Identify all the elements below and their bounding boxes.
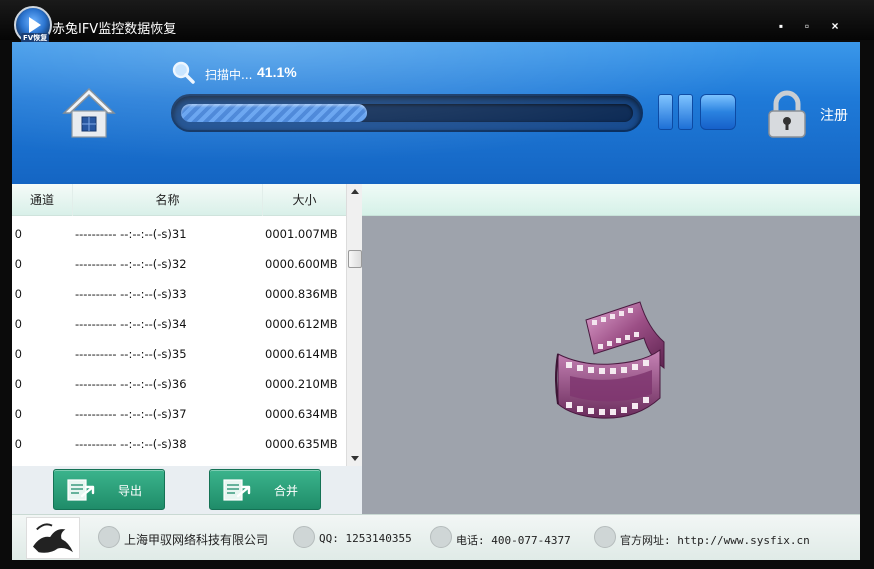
home-icon	[62, 87, 116, 138]
cell-name: ---------- --:--:--(-s)35	[75, 347, 187, 361]
cell-name: ---------- --:--:--(-s)32	[75, 257, 187, 271]
file-table: 通道 名称 大小 0 ---------- --:--:--(-s)31 000…	[12, 184, 346, 466]
cell-name: ---------- --:--:--(-s)38	[75, 437, 187, 451]
footer-phone: 电话: 400-077-4377	[456, 534, 571, 547]
column-header-name[interactable]: 名称	[73, 184, 263, 216]
maximize-button[interactable]: ▫	[797, 16, 817, 36]
close-button[interactable]: ×	[825, 16, 845, 36]
preview-header	[362, 184, 860, 216]
register-link[interactable]: 注册	[820, 105, 848, 125]
column-header-channel[interactable]: 通道	[12, 184, 73, 216]
table-row[interactable]: 0 ---------- --:--:--(-s)36 0000.210MB	[12, 366, 346, 396]
table-row[interactable]: 0 ---------- --:--:--(-s)33 0000.836MB	[12, 276, 346, 306]
scrollbar-thumb[interactable]	[348, 250, 362, 268]
cell-name: ---------- --:--:--(-s)33	[75, 287, 187, 301]
scroll-down-arrow-icon[interactable]	[347, 450, 363, 466]
cell-size: 0001.007MB	[265, 227, 338, 241]
scroll-up-arrow-icon[interactable]	[347, 184, 363, 200]
cell-size: 0000.210MB	[265, 377, 338, 391]
table-row[interactable]: 0 ---------- --:--:--(-s)35 0000.614MB	[12, 336, 346, 366]
scan-header: 扫描中... 41.1% 注册	[12, 42, 860, 184]
scan-status-label: 扫描中...	[205, 68, 253, 82]
table-row[interactable]: 0 ---------- --:--:--(-s)37 0000.634MB	[12, 396, 346, 426]
pause-button[interactable]	[658, 94, 696, 130]
table-header: 通道 名称 大小	[12, 184, 346, 216]
app-logo-icon: FV恢复	[14, 6, 52, 44]
scan-percent: 41.1%	[257, 64, 297, 80]
lock-icon[interactable]	[766, 90, 808, 138]
table-body: 0 ---------- --:--:--(-s)31 0001.007MB 0…	[12, 216, 346, 456]
cell-channel: 0	[15, 407, 22, 421]
building-icon	[98, 526, 120, 548]
column-header-size[interactable]: 大小	[263, 184, 346, 216]
cell-size: 0000.635MB	[265, 437, 338, 451]
cell-size: 0000.634MB	[265, 407, 338, 421]
window-title: 赤兔IFV监控数据恢复	[52, 22, 177, 37]
app-window: FV恢复 赤兔IFV监控数据恢复 ▪ ▫ × 扫描中... 41.1% 注册 通…	[0, 0, 874, 569]
scan-progress-bar	[171, 94, 643, 132]
search-icon	[172, 61, 195, 84]
cell-channel: 0	[15, 347, 22, 361]
cell-size: 0000.612MB	[265, 317, 338, 331]
file-list-panel: 通道 名称 大小 0 ---------- --:--:--(-s)31 000…	[12, 184, 362, 514]
film-reel-icon	[555, 301, 665, 419]
export-button[interactable]: 导出	[53, 469, 165, 510]
cell-channel: 0	[15, 287, 22, 301]
table-row[interactable]: 0 ---------- --:--:--(-s)31 0001.007MB	[12, 216, 346, 246]
title-bar[interactable]: FV恢复 赤兔IFV监控数据恢复 ▪ ▫ ×	[0, 0, 874, 44]
cell-size: 0000.614MB	[265, 347, 338, 361]
merge-icon	[223, 479, 251, 501]
merge-button-label: 合并	[274, 484, 299, 498]
footer-bar: 上海甲驭网络科技有限公司 QQ: 1253140355 电话: 400-077-…	[12, 514, 860, 560]
stop-button[interactable]	[700, 94, 736, 130]
pause-icon	[658, 94, 673, 130]
cell-name: ---------- --:--:--(-s)31	[75, 227, 187, 241]
footer-qq: QQ: 1253140355	[319, 532, 412, 545]
cell-channel: 0	[15, 227, 22, 241]
cell-channel: 0	[15, 437, 22, 451]
phone-icon	[430, 526, 452, 548]
table-row[interactable]: 0 ---------- --:--:--(-s)34 0000.612MB	[12, 306, 346, 336]
table-scrollbar[interactable]	[346, 184, 362, 466]
cell-channel: 0	[15, 317, 22, 331]
home-button[interactable]	[62, 87, 116, 139]
merge-button[interactable]: 合并	[209, 469, 321, 510]
company-logo-icon	[26, 517, 80, 559]
minimize-button[interactable]: ▪	[771, 16, 791, 36]
cell-name: ---------- --:--:--(-s)36	[75, 377, 187, 391]
cell-name: ---------- --:--:--(-s)37	[75, 407, 187, 421]
qq-icon	[293, 526, 315, 548]
scan-progress-fill	[181, 104, 367, 122]
globe-icon	[594, 526, 616, 548]
cell-size: 0000.836MB	[265, 287, 338, 301]
cell-channel: 0	[15, 377, 22, 391]
footer-website[interactable]: 官方网址: http://www.sysfix.cn	[620, 532, 810, 548]
table-row[interactable]: 0 ---------- --:--:--(-s)38 0000.635MB	[12, 426, 346, 456]
footer-company: 上海甲驭网络科技有限公司	[124, 533, 269, 547]
export-button-label: 导出	[118, 484, 143, 498]
cell-name: ---------- --:--:--(-s)34	[75, 317, 187, 331]
cell-channel: 0	[15, 257, 22, 271]
video-preview-area	[362, 216, 860, 514]
table-row[interactable]: 0 ---------- --:--:--(-s)32 0000.600MB	[12, 246, 346, 276]
cell-size: 0000.600MB	[265, 257, 338, 271]
export-icon	[67, 479, 95, 501]
